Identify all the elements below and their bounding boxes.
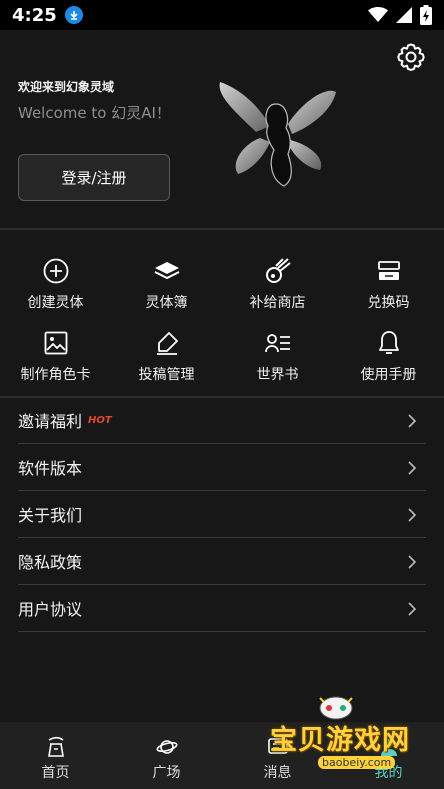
tab-plaza[interactable]: 广场 xyxy=(111,722,222,789)
planet-icon xyxy=(155,740,178,754)
grid-label: 世界书 xyxy=(256,367,299,383)
welcome-subtitle: Welcome to 幻灵AI！ xyxy=(18,104,171,122)
wifi-icon xyxy=(368,7,388,22)
watermark-text: 宝贝游戏网 xyxy=(270,725,410,756)
submission-management-button[interactable]: 投稿管理 xyxy=(111,320,222,392)
home-icon xyxy=(47,736,64,757)
user-manual-button[interactable]: 使用手册 xyxy=(333,320,444,392)
login-register-button[interactable]: 登录/注册 xyxy=(18,154,170,201)
create-spirit-button[interactable]: 创建灵体 xyxy=(0,248,111,320)
menu-item-label: 用户协议 xyxy=(18,600,83,619)
battery-icon xyxy=(420,5,432,25)
profile-header: 欢迎来到幻象灵域 Welcome to 幻灵AI！ 登录/注册 xyxy=(0,30,444,228)
header-divider xyxy=(0,228,444,230)
menu-item-label: 软件版本 xyxy=(18,459,83,478)
menu-item-label: 关于我们 xyxy=(18,506,83,525)
grid-label: 补给商店 xyxy=(249,295,306,311)
image-icon xyxy=(41,328,71,358)
feature-grid: 创建灵体 灵体簿 补给商店 兑换码 制作角色卡 投稿管理 世界书 使用手册 xyxy=(0,248,444,392)
menu-item-invite-rewards[interactable]: 邀请福利 HOT xyxy=(18,397,426,444)
welcome-title: 欢迎来到幻象灵域 xyxy=(18,80,115,94)
fairy-illustration xyxy=(219,82,336,187)
ticket-icon xyxy=(374,256,404,286)
download-icon xyxy=(64,6,83,24)
grid-label: 使用手册 xyxy=(360,367,417,383)
make-character-card-button[interactable]: 制作角色卡 xyxy=(0,320,111,392)
spirit-book-button[interactable]: 灵体簿 xyxy=(111,248,222,320)
chevron-right-icon xyxy=(408,508,416,522)
menu-item-privacy-policy[interactable]: 隐私政策 xyxy=(18,538,426,585)
chevron-right-icon xyxy=(408,602,416,616)
watermark: 宝贝游戏网 baobeiy.com xyxy=(262,692,432,780)
menu-item-software-version[interactable]: 软件版本 xyxy=(18,444,426,491)
grid-label: 制作角色卡 xyxy=(20,367,91,383)
person-list-icon xyxy=(263,328,293,358)
tab-label: 首页 xyxy=(41,765,70,781)
menu-item-user-agreement[interactable]: 用户协议 xyxy=(18,585,426,632)
world-book-button[interactable]: 世界书 xyxy=(222,320,333,392)
grid-label: 灵体簿 xyxy=(145,295,188,311)
grid-label: 创建灵体 xyxy=(27,295,84,311)
menu-item-label: 隐私政策 xyxy=(18,553,83,572)
tab-label: 广场 xyxy=(152,765,181,781)
grid-label: 投稿管理 xyxy=(138,367,195,383)
chevron-right-icon xyxy=(408,461,416,475)
tab-home[interactable]: 首页 xyxy=(0,722,111,789)
bell-icon xyxy=(374,328,404,358)
status-bar: 4:25 xyxy=(0,0,444,30)
meteor-icon xyxy=(263,256,293,286)
chevron-right-icon xyxy=(408,555,416,569)
grid-label: 兑换码 xyxy=(367,295,410,311)
settings-menu: 邀请福利 HOT 软件版本 关于我们 隐私政策 用户协议 xyxy=(18,397,426,632)
book-icon xyxy=(152,256,182,286)
settings-gear-icon[interactable] xyxy=(396,42,426,72)
signal-icon xyxy=(396,7,412,23)
supply-shop-button[interactable]: 补给商店 xyxy=(222,248,333,320)
menu-item-label: 邀请福利 xyxy=(18,412,83,431)
plus-circle-icon xyxy=(41,256,71,286)
watermark-url: baobeiy.com xyxy=(318,756,396,769)
edit-icon xyxy=(152,328,182,358)
status-time: 4:25 xyxy=(12,4,57,26)
redeem-code-button[interactable]: 兑换码 xyxy=(333,248,444,320)
menu-item-about-us[interactable]: 关于我们 xyxy=(18,491,426,538)
hot-badge: HOT xyxy=(88,414,112,426)
chevron-right-icon xyxy=(408,414,416,428)
